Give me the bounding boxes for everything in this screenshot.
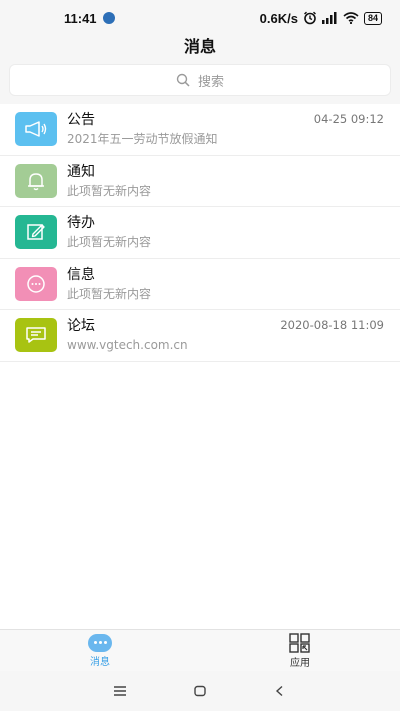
network-speed: 0.6K/s — [259, 10, 298, 26]
page-title: 消息 — [0, 36, 400, 60]
item-title: 信息 — [67, 266, 95, 283]
battery-icon: 84 — [363, 11, 382, 25]
tab-apps[interactable]: 应用 — [200, 630, 400, 671]
list-item-announcement[interactable]: 公告 2021年五一劳动节放假通知 04-25 09:12 — [0, 104, 400, 156]
megaphone-icon — [15, 112, 57, 147]
wifi-icon — [343, 12, 359, 24]
home-icon[interactable] — [193, 685, 207, 697]
item-body: 待办 此项暂无新内容 — [67, 213, 384, 251]
search-placeholder: 搜索 — [197, 74, 224, 90]
item-subtitle: 此项暂无新内容 — [67, 235, 152, 250]
item-subtitle: 此项暂无新内容 — [67, 183, 152, 198]
search-input[interactable]: 搜索 — [10, 65, 390, 95]
item-subtitle: 此项暂无新内容 — [67, 286, 152, 301]
status-time: 11:41 — [64, 10, 97, 26]
battery-level: 84 — [367, 13, 378, 23]
item-title: 待办 — [67, 215, 95, 232]
alarm-icon — [304, 11, 316, 25]
bell-icon — [15, 163, 57, 198]
tab-label: 应用 — [290, 657, 310, 669]
item-body: 通知 此项暂无新内容 — [67, 162, 384, 200]
edit-icon — [15, 215, 57, 250]
menu-icon[interactable] — [113, 685, 127, 697]
item-title: 通知 — [67, 163, 95, 180]
search-icon — [176, 73, 190, 87]
tab-bar: 消息 应用 — [0, 629, 400, 671]
chat-dots-icon — [15, 266, 57, 301]
status-left: 11:41 — [64, 11, 115, 26]
cloud-icon — [102, 12, 115, 24]
signal-icon — [321, 12, 337, 24]
list-item-todo[interactable]: 待办 此项暂无新内容 — [0, 207, 400, 259]
list-item-notification[interactable]: 通知 此项暂无新内容 — [0, 156, 400, 207]
tab-label: 消息 — [90, 656, 110, 668]
list-item-message[interactable]: 信息 此项暂无新内容 — [0, 259, 400, 310]
item-time: 2020-08-18 11:09 — [280, 318, 384, 332]
system-nav-bar — [0, 671, 400, 711]
status-right: 0.6K/s 84 — [260, 11, 382, 26]
back-icon[interactable] — [273, 685, 287, 697]
item-time: 04-25 09:12 — [313, 112, 384, 126]
apps-grid-icon — [289, 632, 310, 653]
chat-bubble-icon — [15, 318, 57, 353]
status-bar: 11:41 0.6K/s 84 — [0, 0, 400, 36]
item-body: 信息 此项暂无新内容 — [67, 265, 384, 303]
item-subtitle: www.vgtech.com.cn — [67, 338, 188, 353]
tab-messages[interactable]: 消息 — [0, 630, 200, 671]
list-item-forum[interactable]: 论坛 www.vgtech.com.cn 2020-08-18 11:09 — [0, 310, 400, 362]
chat-icon — [88, 633, 112, 652]
item-subtitle: 2021年五一劳动节放假通知 — [67, 132, 218, 147]
message-list: 公告 2021年五一劳动节放假通知 04-25 09:12 通知 此项暂无新内容… — [0, 104, 400, 362]
